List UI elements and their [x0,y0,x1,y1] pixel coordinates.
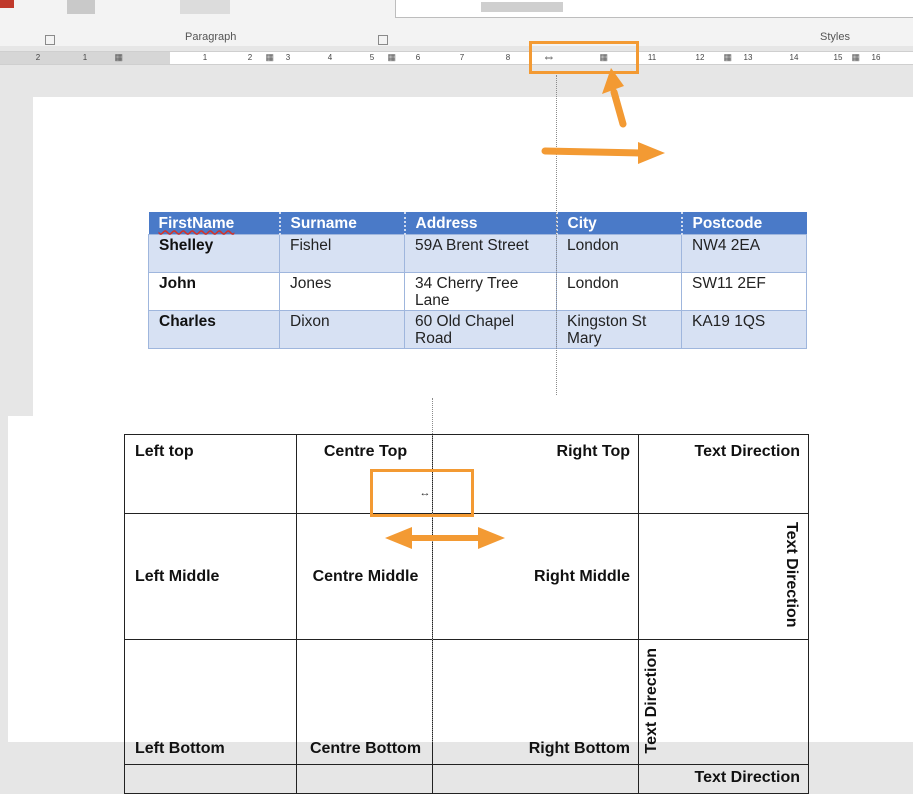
table-cell[interactable] [296,764,433,794]
table-cell[interactable] [432,764,639,794]
right-arrow-icon [541,142,665,164]
table-cell[interactable]: Text Direction [638,764,809,794]
up-arrow-icon [602,68,627,128]
double-arrow-icon [385,527,505,549]
annotation-arrows [385,68,665,549]
table-row: Text Direction [124,764,809,794]
table-cell[interactable] [124,764,297,794]
